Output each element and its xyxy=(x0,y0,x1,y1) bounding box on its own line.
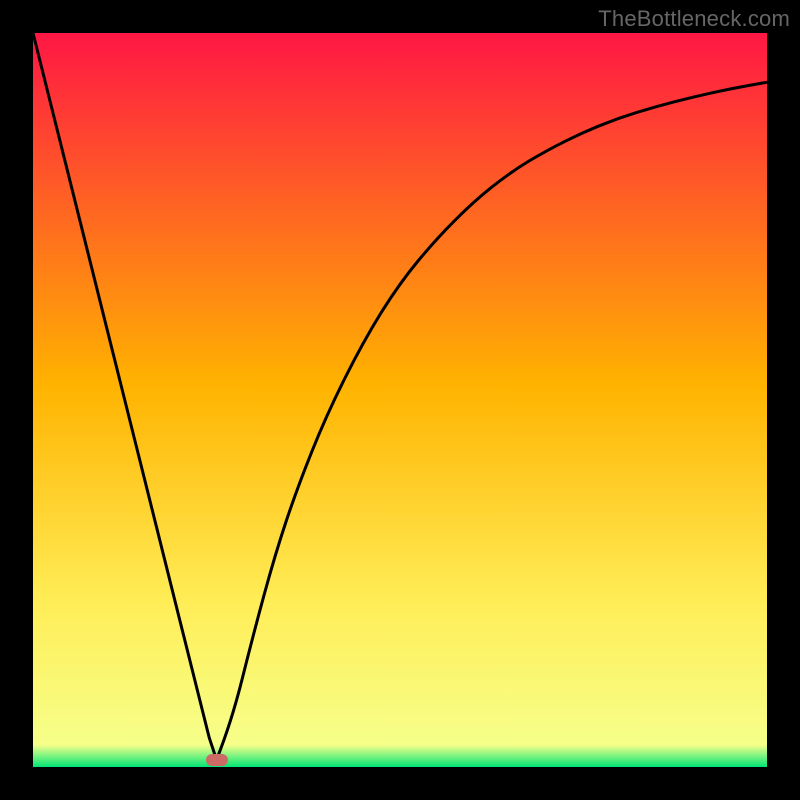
chart-frame: TheBottleneck.com xyxy=(0,0,800,800)
plot-area xyxy=(33,33,767,767)
minimum-marker xyxy=(206,754,228,766)
gradient-background xyxy=(33,33,767,767)
chart-svg xyxy=(33,33,767,767)
watermark-text: TheBottleneck.com xyxy=(598,6,790,32)
